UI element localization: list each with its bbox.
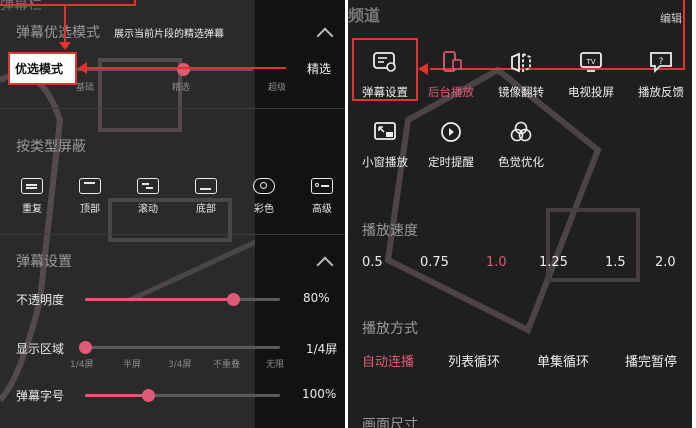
- display-area-slider-knob[interactable]: [79, 341, 92, 354]
- block-top-label: 顶部: [80, 204, 100, 215]
- timer-icon: [436, 118, 466, 146]
- tile-tv-cast-label: 电视投屏: [568, 85, 614, 99]
- tile-timer[interactable]: 定时提醒: [420, 118, 482, 170]
- callout-arrow-horizontal: [86, 67, 286, 69]
- danmaku-settings-icon: [370, 48, 400, 76]
- font-size-slider[interactable]: [85, 389, 280, 402]
- block-scroll-button[interactable]: 滚动: [128, 178, 168, 215]
- opacity-value: 80%: [303, 291, 330, 305]
- callout-arrow-vertical: [64, 6, 66, 44]
- font-size-slider-fill: [85, 394, 148, 397]
- play-mode-option[interactable]: 单集循环: [537, 351, 589, 370]
- section-divider: [0, 234, 345, 235]
- tile-mirror-flip[interactable]: 镜像翻转: [490, 48, 552, 100]
- tile-color-vision[interactable]: 色觉优化: [490, 118, 552, 170]
- color-palette-icon: [253, 178, 275, 194]
- advanced-danmaku-icon: [311, 178, 333, 194]
- font-size-label: 弹幕字号: [16, 389, 65, 403]
- area-tick-no-overlap: 不重叠: [213, 360, 241, 370]
- tile-background-play[interactable]: 后台播放: [420, 48, 482, 100]
- block-bottom-label: 底部: [196, 204, 216, 215]
- tile-background-play-label: 后台播放: [428, 85, 474, 99]
- display-area-label: 显示区域: [16, 342, 65, 356]
- tile-mini-window-label: 小窗播放: [362, 155, 408, 169]
- feedback-icon: ?: [646, 48, 676, 76]
- play-mode-option-selected[interactable]: 自动连播: [362, 351, 414, 370]
- tile-mirror-flip-label: 镜像翻转: [498, 85, 544, 99]
- tile-danmaku-settings[interactable]: 弹幕设置: [354, 48, 416, 100]
- area-tick-half: 半屏: [123, 360, 142, 370]
- block-repeat-label: 重复: [22, 204, 42, 215]
- display-area-slider[interactable]: [79, 341, 280, 354]
- speed-option[interactable]: 0.5: [362, 255, 383, 270]
- block-scroll-label: 滚动: [138, 204, 158, 215]
- scroll-danmaku-icon: [137, 178, 159, 194]
- color-vision-icon: [506, 118, 536, 146]
- section-divider: [0, 108, 345, 109]
- danmaku-settings-panel: 弹幕栏 弹幕优选模式 展示当前片段的精选弹幕 基础 精选 超级 优选模式 精选 …: [0, 0, 345, 428]
- block-advanced-label: 高级: [312, 204, 332, 215]
- block-by-type-title: 按类型屏蔽: [16, 139, 86, 155]
- opacity-label: 不透明度: [16, 293, 65, 307]
- block-repeat-button[interactable]: 重复: [12, 178, 52, 215]
- callout-arrowhead-down: [59, 42, 71, 50]
- area-tick-three-quarter: 3/4屏: [168, 360, 192, 370]
- speed-option[interactable]: 0.75: [420, 255, 449, 270]
- opacity-slider-fill: [85, 298, 233, 301]
- speed-option-selected[interactable]: 1.0: [486, 255, 507, 270]
- player-more-panel: 频道 编辑 弹幕设置 后台播放 镜像翻转 TV 电视投屏 ? 播放反馈 小窗播放…: [348, 0, 692, 428]
- display-area-value: 1/4屏: [306, 342, 338, 356]
- callout-top-border: [0, 0, 136, 6]
- background-play-icon: [436, 48, 466, 76]
- tile-danmaku-settings-label: 弹幕设置: [362, 85, 408, 99]
- tile-play-feedback[interactable]: ? 播放反馈: [630, 48, 692, 100]
- opacity-slider-knob[interactable]: [227, 293, 240, 306]
- optimize-tick-super: 超级: [268, 83, 287, 93]
- optimize-mode-subtitle: 展示当前片段的精选弹幕: [114, 29, 224, 40]
- speed-option[interactable]: 2.0: [655, 255, 676, 270]
- block-bottom-button[interactable]: 底部: [186, 178, 226, 215]
- svg-text:TV: TV: [585, 58, 595, 66]
- mirror-flip-icon: [506, 48, 536, 76]
- speed-option[interactable]: 1.25: [539, 255, 568, 270]
- font-size-value: 100%: [302, 387, 337, 401]
- mini-window-icon: [370, 118, 400, 146]
- optimize-mode-callout-label: 优选模式: [15, 62, 64, 76]
- optimize-mode-knob[interactable]: [177, 63, 190, 76]
- repeat-danmaku-icon: [21, 178, 43, 194]
- tile-play-feedback-label: 播放反馈: [638, 85, 684, 99]
- tile-mini-window[interactable]: 小窗播放: [354, 118, 416, 170]
- edit-button[interactable]: 编辑: [660, 10, 682, 26]
- block-color-button[interactable]: 彩色: [244, 178, 284, 215]
- svg-text:?: ?: [659, 57, 664, 67]
- block-color-label: 彩色: [254, 204, 274, 215]
- play-mode-title: 播放方式: [362, 321, 418, 337]
- play-mode-option[interactable]: 列表循环: [448, 351, 500, 370]
- callout-arrowhead-left: [78, 62, 87, 74]
- area-tick-quarter: 1/4屏: [70, 360, 94, 370]
- truncated-title: 频道: [348, 6, 381, 25]
- bottom-danmaku-icon: [195, 178, 217, 194]
- screen-size-title: 画面尺寸: [362, 417, 418, 428]
- optimize-mode-title: 弹幕优选模式: [16, 25, 100, 41]
- optimize-tick-basic: 基础: [76, 83, 95, 93]
- optimize-selected-label: 精选: [307, 62, 332, 76]
- danmaku-settings-title: 弹幕设置: [16, 254, 72, 270]
- opacity-slider[interactable]: [85, 293, 280, 306]
- optimize-tick-selected: 精选: [172, 83, 191, 93]
- top-danmaku-icon: [79, 178, 101, 194]
- font-size-slider-knob[interactable]: [142, 389, 155, 402]
- tile-timer-label: 定时提醒: [428, 155, 474, 169]
- playback-speed-title: 播放速度: [362, 223, 418, 239]
- tile-tv-cast[interactable]: TV 电视投屏: [560, 48, 622, 100]
- tv-cast-icon: TV: [576, 48, 606, 76]
- block-advanced-button[interactable]: 高级: [302, 178, 342, 215]
- play-mode-option[interactable]: 播完暂停: [625, 351, 677, 370]
- tile-color-vision-label: 色觉优化: [498, 155, 544, 169]
- block-top-button[interactable]: 顶部: [70, 178, 110, 215]
- speed-option[interactable]: 1.5: [605, 255, 626, 270]
- area-tick-unlimited: 无限: [266, 360, 285, 370]
